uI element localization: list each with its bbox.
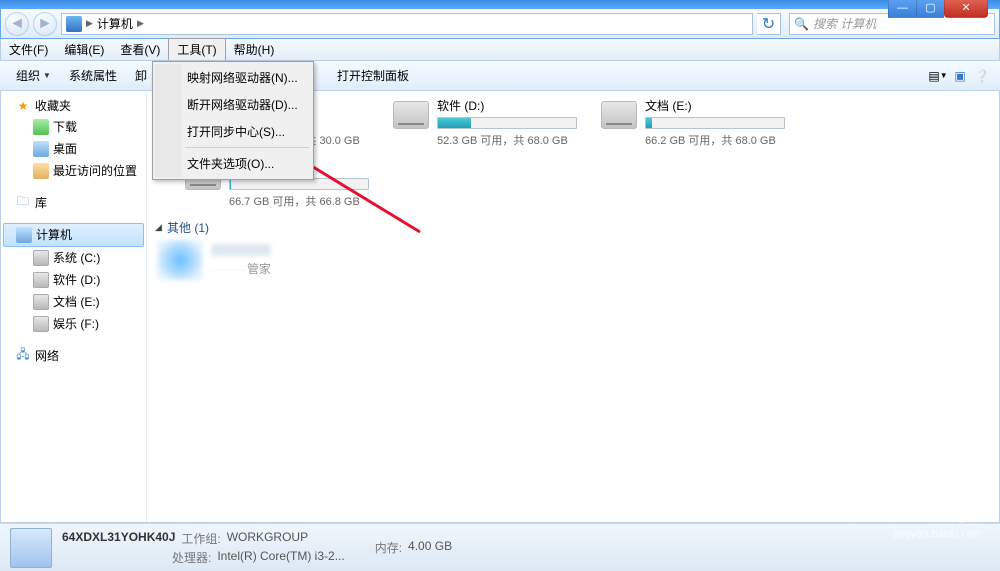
drive-icon xyxy=(33,316,49,332)
tools-dropdown: 映射网络驱动器(N)... 断开网络驱动器(D)... 打开同步中心(S)...… xyxy=(152,61,314,180)
minimize-button[interactable]: — xyxy=(888,0,916,18)
sidebar-drive-e[interactable]: 文档 (E:) xyxy=(1,291,146,313)
sidebar-desktop[interactable]: 桌面 xyxy=(1,138,146,160)
drive-usage-bar xyxy=(645,117,785,129)
computer-name-value: 64XDXL31YOHK40J xyxy=(62,530,175,547)
sidebar-libraries[interactable]: 🗀库 xyxy=(1,192,146,213)
computer-icon xyxy=(66,16,82,32)
drive-usage-bar xyxy=(437,117,577,129)
sidebar-downloads[interactable]: 下载 xyxy=(1,116,146,138)
workgroup-value: WORKGROUP xyxy=(227,530,308,547)
sidebar-network[interactable]: 🖧网络 xyxy=(1,345,146,366)
drive-free-text: 66.7 GB 可用，共 66.8 GB xyxy=(229,193,369,209)
command-toolbar: 组织▼ 系统属性 卸 打开控制面板 ▤▼ ▣ ❔ xyxy=(0,61,1000,91)
other-item-suffix: ———管家 xyxy=(211,260,271,277)
search-placeholder: 搜索 计算机 xyxy=(813,15,876,32)
drive-free-text: 52.3 GB 可用，共 68.0 GB xyxy=(437,132,577,148)
help-button[interactable]: ❔ xyxy=(972,66,992,86)
organize-button[interactable]: 组织▼ xyxy=(8,63,59,88)
search-icon: 🔍 xyxy=(794,17,809,31)
sidebar-favorites[interactable]: ★收藏夹 xyxy=(1,95,146,116)
menu-edit[interactable]: 编辑(E) xyxy=(56,39,112,60)
cpu-label: 处理器: xyxy=(172,549,211,566)
menu-help[interactable]: 帮助(H) xyxy=(226,39,283,60)
view-options-button[interactable]: ▤▼ xyxy=(928,66,948,86)
downloads-icon xyxy=(33,119,49,135)
watermark-url: jingyan.baidu.com xyxy=(843,528,982,540)
sidebar-drive-c[interactable]: 系统 (C:) xyxy=(1,247,146,269)
drive-label: 软件 (D:) xyxy=(437,97,577,114)
open-control-panel-button[interactable]: 打开控制面板 xyxy=(329,63,417,88)
group-header-other[interactable]: ◢ 其他 (1) xyxy=(155,219,991,236)
network-icon: 🖧 xyxy=(15,348,31,364)
address-breadcrumb[interactable]: ▶ 计算机 ▶ xyxy=(61,13,753,35)
maximize-button[interactable]: ▢ xyxy=(916,0,944,18)
menu-item-folder-options[interactable]: 文件夹选项(O)... xyxy=(155,150,311,177)
star-icon: ★ xyxy=(15,98,31,114)
chevron-down-icon: ◢ xyxy=(155,222,163,233)
drive-item[interactable]: 软件 (D:) 52.3 GB 可用，共 68.0 GB xyxy=(393,97,577,148)
navigation-sidebar: ★收藏夹 下载 桌面 最近访问的位置 🗀库 计算机 系统 (C:) 软件 (D:… xyxy=(1,91,147,522)
watermark-brand: Baidu 经验 xyxy=(843,491,982,528)
computer-large-icon xyxy=(10,528,52,568)
blurred-icon xyxy=(157,240,203,280)
nav-bar: ◄ ► ▶ 计算机 ▶ ↻ 🔍 搜索 计算机 xyxy=(0,9,1000,39)
window-controls: — ▢ ✕ xyxy=(888,0,988,18)
sidebar-computer[interactable]: 计算机 xyxy=(3,223,144,247)
drive-icon xyxy=(33,250,49,266)
memory-label: 内存: xyxy=(375,539,402,556)
forward-button[interactable]: ► xyxy=(33,12,57,36)
refresh-button[interactable]: ↻ xyxy=(757,13,781,35)
computer-icon xyxy=(16,227,32,243)
menu-item-map-network-drive[interactable]: 映射网络驱动器(N)... xyxy=(155,64,311,91)
menu-item-open-sync-center[interactable]: 打开同步中心(S)... xyxy=(155,118,311,145)
drive-icon xyxy=(33,272,49,288)
cpu-value: Intel(R) Core(TM) i3-2... xyxy=(217,549,344,566)
system-properties-button[interactable]: 系统属性 xyxy=(61,63,125,88)
drive-icon xyxy=(393,101,429,129)
close-button[interactable]: ✕ xyxy=(944,0,988,18)
menu-separator xyxy=(185,147,309,148)
drive-free-text: 66.2 GB 可用，共 68.0 GB xyxy=(645,132,785,148)
preview-pane-button[interactable]: ▣ xyxy=(950,66,970,86)
memory-value: 4.00 GB xyxy=(408,539,452,556)
sidebar-drive-f[interactable]: 娱乐 (F:) xyxy=(1,313,146,335)
chevron-right-icon: ▶ xyxy=(137,18,144,29)
menu-item-disconnect-network-drive[interactable]: 断开网络驱动器(D)... xyxy=(155,91,311,118)
menu-view[interactable]: 查看(V) xyxy=(112,39,168,60)
back-button[interactable]: ◄ xyxy=(5,12,29,36)
drive-icon xyxy=(601,101,637,129)
chevron-right-icon: ▶ xyxy=(86,18,93,29)
drive-icon xyxy=(33,294,49,310)
library-icon: 🗀 xyxy=(15,195,31,211)
main-area: ★收藏夹 下载 桌面 最近访问的位置 🗀库 计算机 系统 (C:) 软件 (D:… xyxy=(0,91,1000,523)
desktop-icon xyxy=(33,141,49,157)
workgroup-label: 工作组: xyxy=(181,530,220,547)
menu-file[interactable]: 文件(F) xyxy=(1,39,56,60)
blurred-text xyxy=(211,244,271,256)
uninstall-button[interactable]: 卸 xyxy=(127,63,155,88)
title-bar: — ▢ ✕ xyxy=(0,0,1000,9)
drive-item[interactable]: 文档 (E:) 66.2 GB 可用，共 68.0 GB xyxy=(601,97,785,148)
menu-bar: 文件(F) 编辑(E) 查看(V) 工具(T) 帮助(H) xyxy=(0,39,1000,61)
sidebar-recent[interactable]: 最近访问的位置 xyxy=(1,160,146,182)
recent-icon xyxy=(33,163,49,179)
chevron-down-icon: ▼ xyxy=(43,71,51,80)
drive-label: 文档 (E:) xyxy=(645,97,785,114)
other-item[interactable]: ———管家 xyxy=(157,240,991,280)
watermark: Baidu 经验 jingyan.baidu.com xyxy=(843,491,982,540)
menu-tools[interactable]: 工具(T) xyxy=(168,38,225,60)
breadcrumb-location[interactable]: 计算机 xyxy=(97,15,133,32)
sidebar-drive-d[interactable]: 软件 (D:) xyxy=(1,269,146,291)
